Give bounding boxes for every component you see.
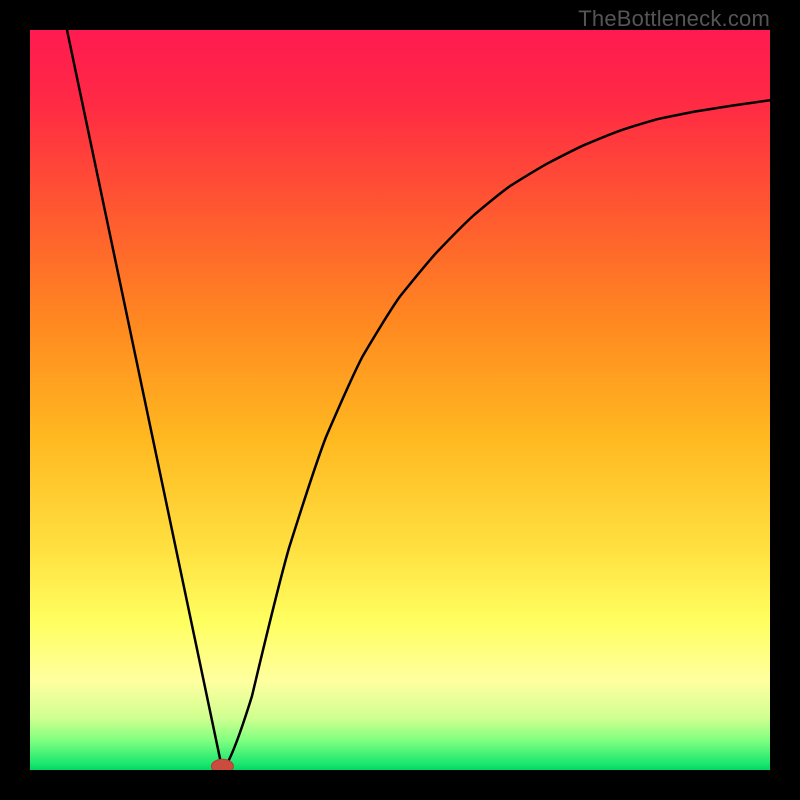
- minimum-marker: [211, 759, 233, 770]
- chart-frame: TheBottleneck.com: [0, 0, 800, 800]
- plot-area: [30, 30, 770, 770]
- bottleneck-curve: [30, 30, 770, 770]
- watermark-label: TheBottleneck.com: [578, 6, 770, 32]
- curve-path: [67, 30, 770, 770]
